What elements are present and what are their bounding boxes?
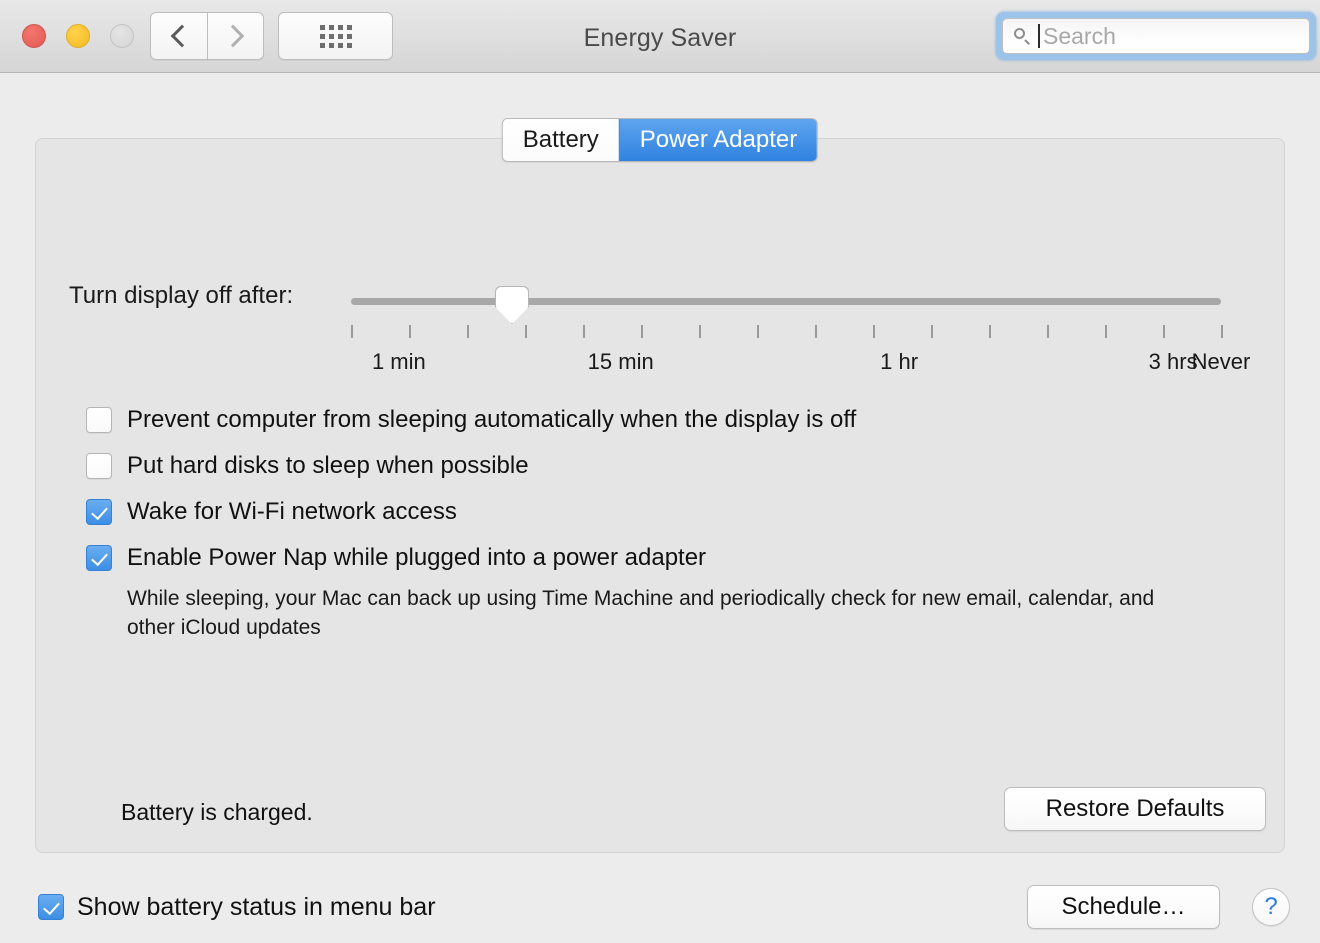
- slider-tick: [525, 325, 527, 338]
- text-caret: [1038, 24, 1040, 48]
- checkbox-row-hard-disks[interactable]: Put hard disks to sleep when possible: [86, 450, 1236, 482]
- checkbox-show-battery-status[interactable]: [38, 894, 64, 920]
- slider-tick: [757, 325, 759, 338]
- search-field-focus-ring: Search: [996, 12, 1316, 60]
- help-button[interactable]: ?: [1252, 888, 1290, 926]
- slider-tick: [699, 325, 701, 338]
- search-placeholder: Search: [1043, 22, 1116, 49]
- checkbox-label-wake-wifi: Wake for Wi-Fi network access: [127, 498, 457, 525]
- slider-tick: [989, 325, 991, 338]
- schedule-button[interactable]: Schedule…: [1027, 885, 1220, 929]
- options-list: Prevent computer from sleeping automatic…: [86, 404, 1236, 642]
- slider-tick-marks: [351, 325, 1223, 339]
- search-icon: [1013, 27, 1031, 45]
- checkbox-label-power-nap: Enable Power Nap while plugged into a po…: [127, 544, 707, 571]
- slider-tick-label: 1 min: [371, 349, 426, 374]
- slider-tick: [1047, 325, 1049, 338]
- slider-tick: [467, 325, 469, 338]
- checkbox-hard-disks-sleep[interactable]: [86, 453, 112, 479]
- preferences-content: Battery Power Adapter Turn display off a…: [0, 73, 1320, 929]
- tab-power-adapter[interactable]: Power Adapter: [618, 119, 818, 161]
- slider-tick: [351, 325, 353, 338]
- checkbox-label-show-battery-status: Show battery status in menu bar: [77, 893, 436, 921]
- restore-defaults-button[interactable]: Restore Defaults: [1004, 787, 1266, 831]
- slider-tick: [583, 325, 585, 338]
- slider-tick: [1163, 325, 1165, 338]
- checkbox-label-prevent-sleep: Prevent computer from sleeping automatic…: [127, 406, 857, 433]
- checkbox-wake-for-wifi[interactable]: [86, 499, 112, 525]
- display-sleep-slider[interactable]: [351, 286, 1221, 324]
- energy-saver-window: Energy Saver Search Battery Power Adapte…: [0, 0, 1320, 929]
- checkbox-row-prevent-sleep[interactable]: Prevent computer from sleeping automatic…: [86, 404, 1236, 436]
- slider-tick: [1105, 325, 1107, 338]
- checkbox-enable-power-nap[interactable]: [86, 545, 112, 571]
- battery-status-text: Battery is charged.: [121, 799, 313, 825]
- slider-tick: [930, 325, 933, 338]
- power-nap-description: While sleeping, your Mac can back up usi…: [127, 587, 1155, 639]
- slider-tick-label: 15 min: [587, 349, 654, 374]
- slider-tick-label: 3 hrs: [1148, 349, 1198, 374]
- checkbox-row-wake-wifi[interactable]: Wake for Wi-Fi network access: [86, 496, 1236, 528]
- search-input[interactable]: Search: [1002, 18, 1310, 54]
- window-footer: Show battery status in menu bar Schedule…: [0, 873, 1320, 943]
- settings-panel: Turn display off after: 1 min 15 min 1 hr 3…: [35, 138, 1285, 853]
- slider-tick-label: Never: [1191, 349, 1251, 374]
- window-titlebar: Energy Saver Search: [0, 0, 1320, 73]
- checkbox-row-power-nap[interactable]: Enable Power Nap while plugged into a po…: [86, 542, 1236, 574]
- slider-tick: [1221, 325, 1223, 338]
- slider-tick: [815, 325, 817, 338]
- checkbox-row-menu-bar-status[interactable]: Show battery status in menu bar: [38, 891, 436, 923]
- slider-tick-label: 1 hr: [880, 349, 919, 374]
- tab-battery[interactable]: Battery: [502, 119, 619, 161]
- slider-tick: [873, 325, 875, 338]
- checkbox-label-hard-disks: Put hard disks to sleep when possible: [127, 452, 529, 479]
- slider-thumb[interactable]: [494, 286, 529, 324]
- slider-tick-labels: 1 min 15 min 1 hr 3 hrs Never: [36, 349, 1284, 379]
- slider-track[interactable]: [351, 298, 1221, 305]
- display-sleep-label: Turn display off after:: [69, 282, 294, 309]
- checkbox-prevent-sleep[interactable]: [86, 407, 112, 433]
- slider-tick: [409, 325, 411, 338]
- slider-tick: [640, 325, 643, 338]
- power-source-tabs: Battery Power Adapter: [501, 118, 819, 162]
